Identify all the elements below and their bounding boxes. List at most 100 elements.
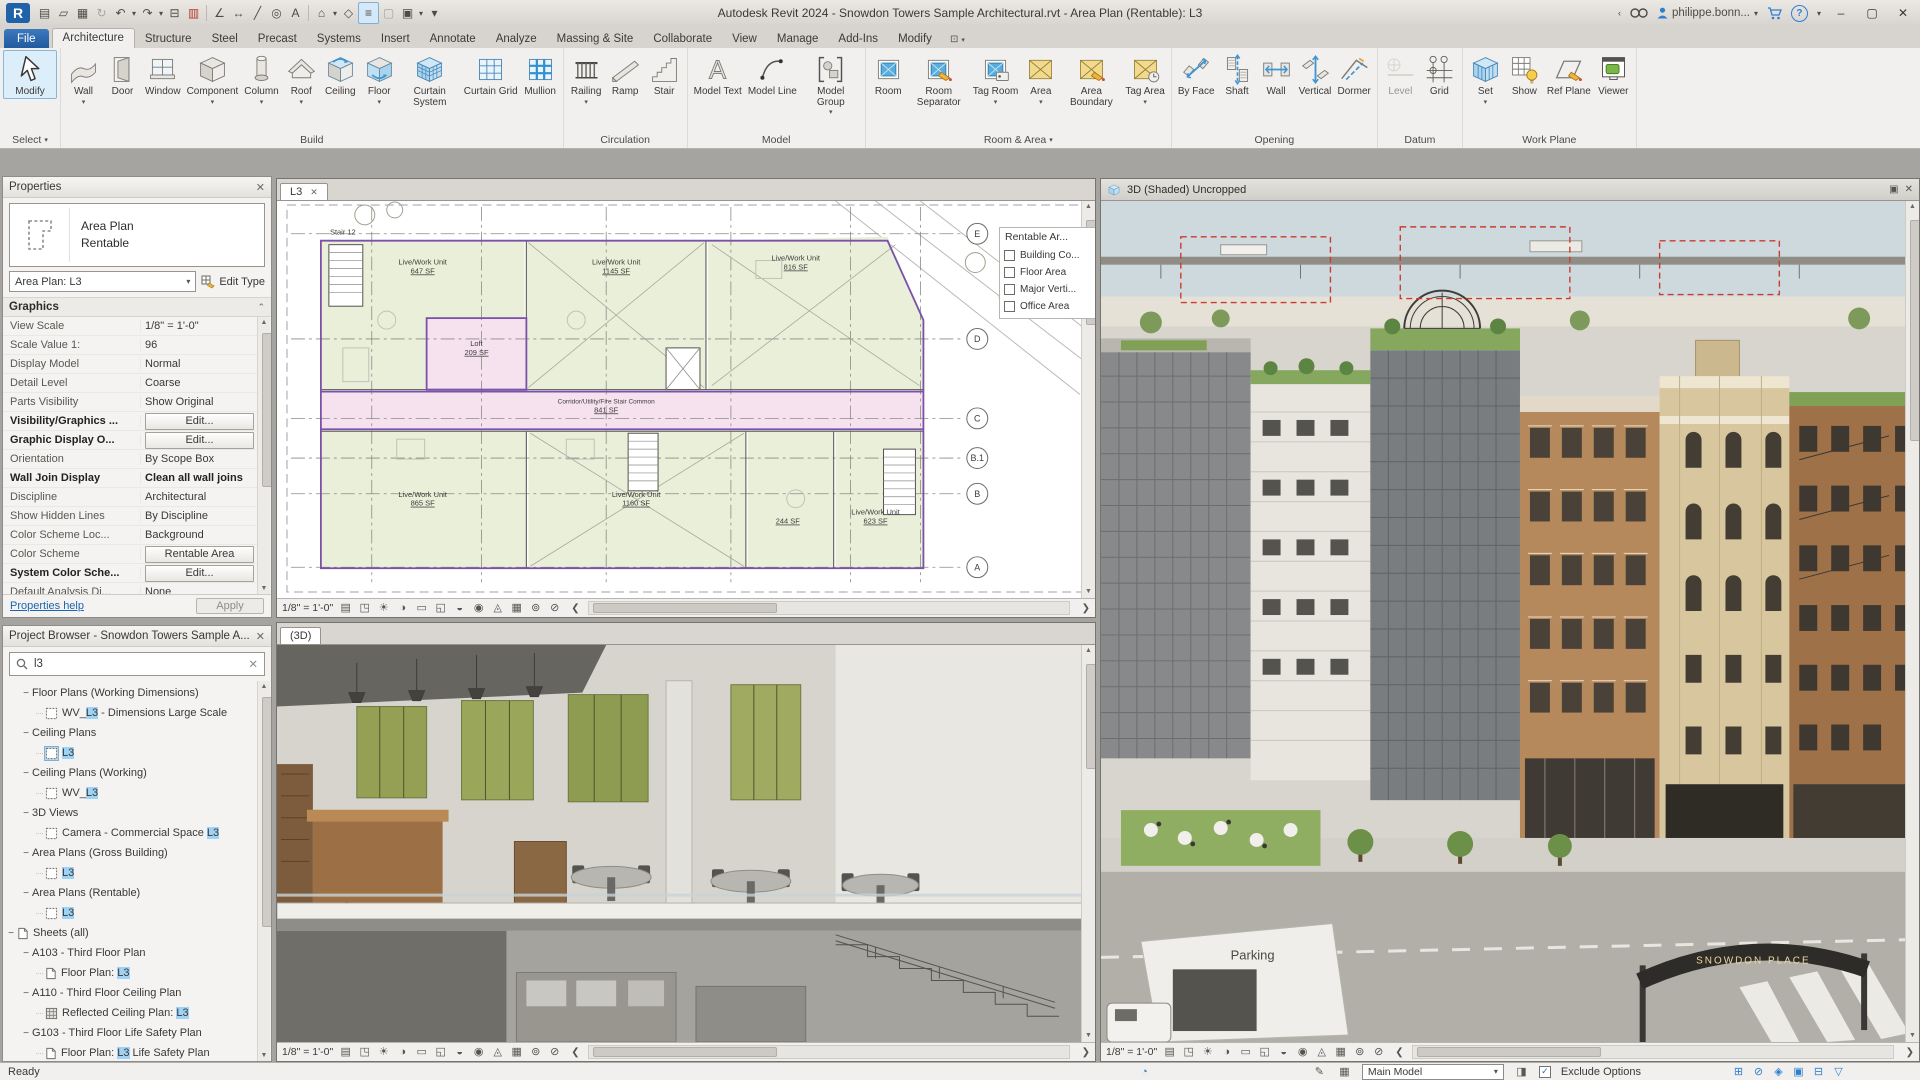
detail-level-icon[interactable]: ▤	[339, 600, 352, 616]
panel-label-work-plane[interactable]: Work Plane	[1466, 132, 1633, 148]
panel-label-model[interactable]: Model	[691, 132, 862, 148]
shadows-icon[interactable]: ◑	[1220, 1044, 1233, 1060]
redo-icon[interactable]: ↷	[138, 3, 157, 23]
exclude-options-checkbox[interactable]: ✓	[1538, 1065, 1551, 1078]
select-underlay-icon[interactable]: ⊘	[1751, 1065, 1766, 1078]
tab-collaborate[interactable]: Collaborate	[643, 29, 722, 48]
interior-canvas[interactable]: ▲ ▼	[277, 645, 1095, 1042]
detail-level-icon[interactable]: ▤	[339, 1044, 352, 1060]
panel-label-room-area[interactable]: Room & Area ▾	[869, 132, 1168, 148]
scroll-down-icon[interactable]: ▼	[1906, 1030, 1919, 1042]
tree-item-floor-plan-l3[interactable]: ···· Floor Plan: L3	[3, 963, 258, 983]
worksharing-icon[interactable]: ⊚	[1353, 1044, 1366, 1060]
transfer-icon[interactable]: ▥	[184, 3, 203, 23]
set-button[interactable]: Set ▾	[1466, 50, 1505, 107]
tag-area-button[interactable]: Tag Area ▾	[1122, 50, 1167, 107]
collapse-icon[interactable]: −	[20, 688, 32, 699]
properties-close-icon[interactable]: ✕	[256, 181, 265, 194]
vertical-button[interactable]: Vertical	[1296, 50, 1335, 99]
exterior-view-header[interactable]: 3D (Shaded) Uncropped ▣ ✕	[1101, 179, 1919, 201]
ramp-button[interactable]: Ramp	[606, 50, 645, 99]
exterior-canvas[interactable]: Parking SNOWDON PLACE ▲ ▼	[1101, 201, 1919, 1042]
horizontal-scrollbar[interactable]	[587, 601, 1070, 615]
dormer-button[interactable]: Dormer	[1335, 50, 1374, 99]
scroll-thumb[interactable]	[262, 697, 271, 927]
collapse-icon[interactable]: −	[20, 888, 32, 899]
cart-icon[interactable]	[1767, 6, 1782, 20]
drag-on-selection-icon[interactable]: ⊟	[1811, 1065, 1826, 1078]
scroll-right-icon[interactable]: ❯	[1082, 1047, 1090, 1058]
model-group-button[interactable]: Model Group ▾	[800, 50, 862, 117]
legend-checkbox[interactable]	[1004, 301, 1015, 312]
show-crop-icon[interactable]: ◱	[1258, 1044, 1271, 1060]
tab-precast[interactable]: Precast	[248, 29, 307, 48]
search-clear-icon[interactable]: ✕	[248, 657, 258, 671]
collapse-icon[interactable]: −	[20, 808, 32, 819]
scroll-right-icon[interactable]: ❯	[1082, 603, 1090, 614]
curtain-system-button[interactable]: Curtain System	[399, 50, 461, 109]
view-scale[interactable]: 1/8" = 1'-0"	[1106, 1046, 1157, 1058]
plan-canvas[interactable]: Stair 12 Live/Work Unit 647 SF Live/Work Un…	[277, 201, 1095, 598]
worksets-icon[interactable]: ▦	[1337, 1065, 1352, 1078]
temporary-hide-icon[interactable]: ◒	[1277, 1044, 1290, 1060]
redo-icon-caret[interactable]: ▾	[157, 3, 165, 23]
reveal-hidden-icon[interactable]: ◉	[1296, 1044, 1309, 1060]
legend-checkbox[interactable]	[1004, 250, 1015, 261]
legend-checkbox[interactable]	[1004, 284, 1015, 295]
tree-item-reflected-ceiling-plan-l3[interactable]: ···· Reflected Ceiling Plan: L3	[3, 1003, 258, 1023]
area-boundary-button[interactable]: Area Boundary	[1060, 50, 1122, 109]
horizontal-scrollbar[interactable]	[1411, 1045, 1894, 1059]
tab-architecture[interactable]: Architecture	[51, 28, 135, 48]
scroll-thumb[interactable]	[592, 603, 777, 613]
properties-header[interactable]: Properties ✕	[3, 177, 271, 198]
window-button[interactable]: Window	[142, 50, 184, 99]
wall-button[interactable]: Wall	[1257, 50, 1296, 99]
tree-item-wv-l3-dimensions-large-scale[interactable]: ···· WV_L3 - Dimensions Large Scale	[3, 703, 258, 723]
property-value[interactable]: Show Original	[141, 396, 258, 408]
measure-icon[interactable]: ∠	[210, 3, 229, 23]
status-notification-icon[interactable]: ◔	[1137, 1066, 1152, 1078]
text-icon[interactable]: A	[286, 3, 305, 23]
system-color-sche-edit-button[interactable]: Edit...	[145, 564, 254, 582]
collapse-icon[interactable]: −	[5, 928, 17, 939]
component-button[interactable]: Component ▾	[184, 50, 242, 107]
temporary-view-icon[interactable]: ▦	[510, 600, 523, 616]
tab-massing-site[interactable]: Massing & Site	[547, 29, 644, 48]
help-icon[interactable]: ?	[1790, 4, 1808, 22]
scroll-down-icon[interactable]: ▼	[1082, 586, 1095, 598]
tree-item-wv-l3[interactable]: ···· WV_L3	[3, 783, 258, 803]
grid-button[interactable]: Grid	[1420, 50, 1459, 99]
scroll-up-icon[interactable]: ▲	[258, 317, 270, 328]
tree-item-g103-third-floor-life-safety-plan[interactable]: − G103 - Third Floor Life Safety Plan	[3, 1023, 258, 1043]
roof-button[interactable]: Roof ▾	[282, 50, 321, 107]
collapse-icon[interactable]: −	[20, 1028, 32, 1039]
ribbon-display-toggle[interactable]: ⊡ ▾	[942, 30, 973, 48]
property-value[interactable]: Clean all wall joins	[141, 472, 258, 484]
instance-selector[interactable]: Area Plan: L3 ▾	[9, 271, 197, 292]
sun-path-icon[interactable]: ☀	[1201, 1044, 1214, 1060]
property-value[interactable]: Coarse	[141, 377, 258, 389]
crop-view-icon[interactable]: ▭	[1239, 1044, 1252, 1060]
tab-structure[interactable]: Structure	[135, 29, 202, 48]
undo-icon-caret[interactable]: ▾	[130, 3, 138, 23]
detail-line-icon[interactable]: ╱	[248, 3, 267, 23]
browser-search-box[interactable]: l3 ✕	[9, 652, 265, 676]
analysis-icon[interactable]: ◬	[491, 600, 504, 616]
model-text-button[interactable]: A Model Text	[691, 50, 745, 99]
tab-view[interactable]: View	[722, 29, 767, 48]
property-value[interactable]: By Scope Box	[141, 453, 258, 465]
tree-item-area-plans-rentable[interactable]: − Area Plans (Rentable)	[3, 883, 258, 903]
property-value[interactable]: Architectural	[141, 491, 258, 503]
tree-item-l3[interactable]: ···· L3	[3, 903, 258, 923]
tab-insert[interactable]: Insert	[371, 29, 420, 48]
floor-button[interactable]: Floor ▾	[360, 50, 399, 107]
tree-item-ceiling-plans-working[interactable]: − Ceiling Plans (Working)	[3, 763, 258, 783]
switch-windows-icon-caret[interactable]: ▾	[417, 3, 425, 23]
tree-item-l3[interactable]: ···· L3	[3, 743, 258, 763]
document-icon[interactable]: ▤	[35, 3, 54, 23]
property-value[interactable]: None	[141, 586, 258, 594]
visibility-graphics-edit-button[interactable]: Edit...	[145, 412, 254, 430]
sun-path-icon[interactable]: ☀	[377, 1044, 390, 1060]
browser-scrollbar[interactable]: ▲ ▼	[257, 681, 271, 1061]
tab-analyze[interactable]: Analyze	[486, 29, 547, 48]
